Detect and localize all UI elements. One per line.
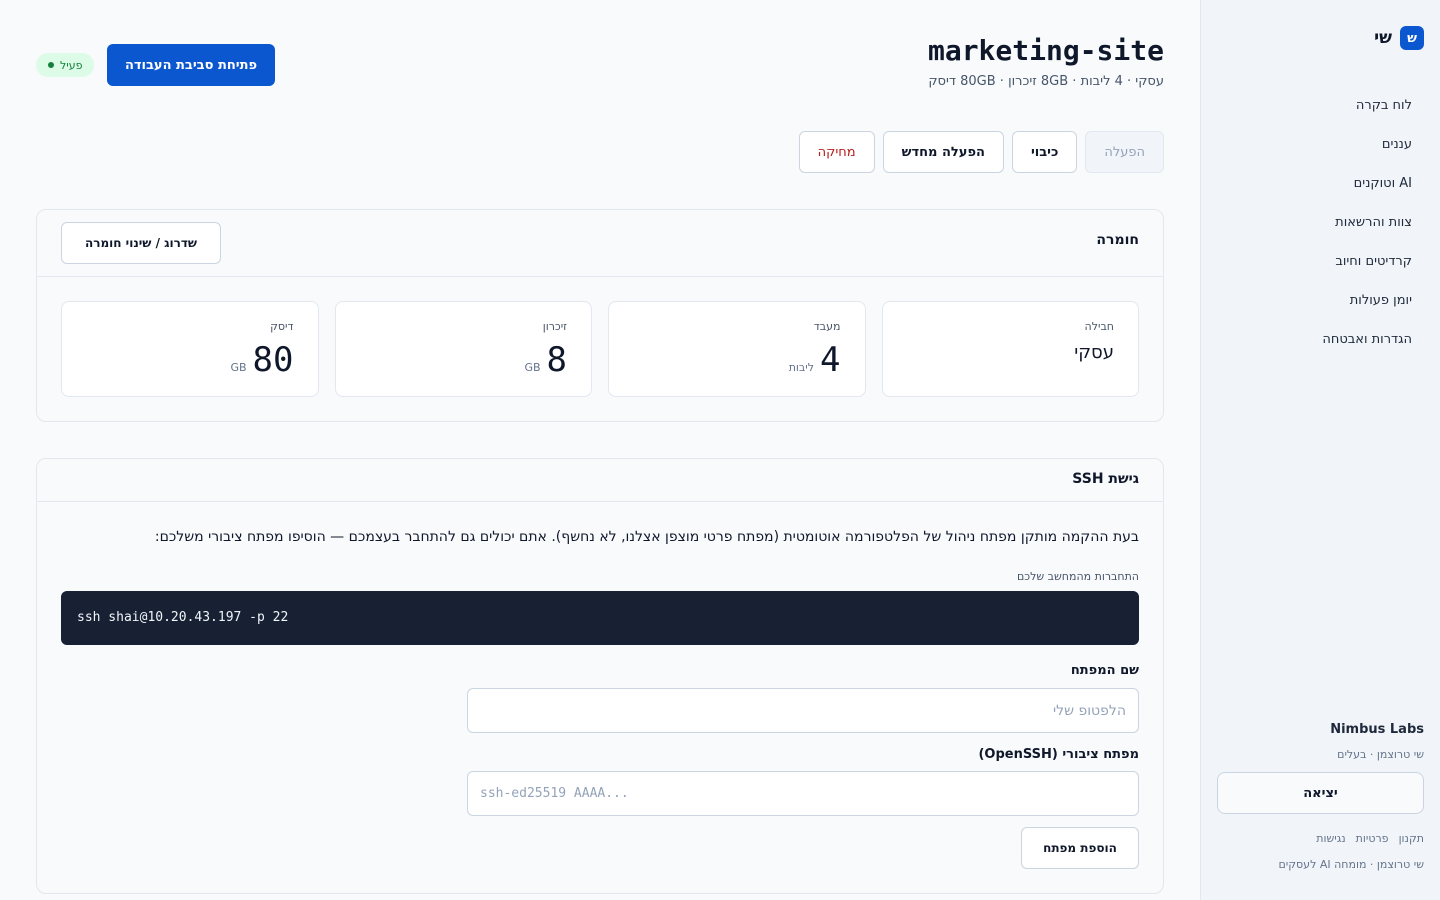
stat-plan: חבילה עסקי xyxy=(881,301,1139,397)
footer-credit: שי טרוצמן · מומחה AI לעסקים xyxy=(1278,858,1424,871)
footer-link-terms[interactable]: תקנון xyxy=(1399,832,1424,845)
brand[interactable]: ש שי xyxy=(1374,26,1424,50)
status-badge-label: פעיל xyxy=(60,58,83,72)
stat-disk-value: 80 xyxy=(252,340,294,380)
stat-cpu-value-row: 4 ליבות xyxy=(789,340,841,380)
logout-button[interactable]: יציאה xyxy=(1217,772,1424,814)
page-subtitle: עסקי · 4 ליבות · 8GB זיכרון · 80GB דיסק xyxy=(928,74,1164,89)
stat-memory-value: 8 xyxy=(546,340,567,380)
ssh-description: בעת ההקמה מותקן מפתח ניהול של הפלטפורמה … xyxy=(154,529,1139,545)
stat-plan-value: עסקי xyxy=(1074,342,1114,363)
public-key-input[interactable] xyxy=(467,771,1139,816)
stat-disk-label: דיסק xyxy=(270,320,294,333)
ssh-card: גישת SSH בעת ההקמה מותקן מפתח ניהול של ה… xyxy=(36,458,1164,894)
key-name-label: שם המפתח xyxy=(1070,663,1139,678)
footer-link-accessibility[interactable]: נגישות xyxy=(1316,832,1345,845)
brand-name: שי xyxy=(1374,28,1392,48)
shutdown-button[interactable]: כיבוי xyxy=(1011,131,1078,173)
page-title: marketing-site xyxy=(927,34,1164,67)
hardware-title: חומרה xyxy=(1096,232,1139,248)
ssh-command[interactable]: ssh shai@10.20.43.197 -p 22 xyxy=(61,591,1139,645)
stat-disk: דיסק 80 GB xyxy=(61,301,319,397)
delete-button[interactable]: מחיקה xyxy=(798,131,875,173)
sidebar-item-team[interactable]: צוות והרשאות xyxy=(1322,203,1412,242)
add-key-button[interactable]: הוספת מפתח xyxy=(1021,827,1139,869)
stat-disk-value-row: 80 GB xyxy=(230,340,293,380)
org-user: שי טרוצמן · בעלים xyxy=(1337,748,1424,761)
sidebar-item-clouds[interactable]: עננים xyxy=(1322,125,1412,164)
server-actions: הפעלה כיבוי הפעלה מחדש מחיקה xyxy=(798,131,1164,173)
sidebar: ש שי לוח בקרה עננים AI וטוקנים צוות והרש… xyxy=(1200,0,1440,900)
stat-cpu: מעבד 4 ליבות xyxy=(608,301,866,397)
restart-button[interactable]: הפעלה מחדש xyxy=(882,131,1004,173)
stat-cpu-value: 4 xyxy=(820,340,841,380)
sidebar-item-settings[interactable]: הגדרות ואבטחה xyxy=(1322,320,1412,359)
stat-plan-value-row: עסקי xyxy=(1074,340,1114,363)
org-name: Nimbus Labs xyxy=(1330,722,1424,737)
sidebar-item-billing[interactable]: קרדיטים וחיוב xyxy=(1322,242,1412,281)
stat-plan-label: חבילה xyxy=(1084,320,1114,333)
ssh-card-header: גישת SSH xyxy=(37,459,1163,502)
status-dot-icon xyxy=(48,62,54,68)
stat-disk-unit: GB xyxy=(230,361,247,374)
sidebar-nav: לוח בקרה עננים AI וטוקנים צוות והרשאות ק… xyxy=(1322,86,1412,359)
sidebar-item-audit-log[interactable]: יומן פעולות xyxy=(1322,281,1412,320)
start-button[interactable]: הפעלה xyxy=(1085,131,1164,173)
ssh-connect-label: התחברות מהמחשב שלכם xyxy=(1016,570,1139,583)
stat-memory: זיכרון 8 GB xyxy=(334,301,592,397)
key-name-input[interactable] xyxy=(467,688,1139,733)
public-key-label: מפתח ציבורי (OpenSSH) xyxy=(978,747,1139,762)
open-workspace-button[interactable]: פתיחת סביבת העבודה xyxy=(107,44,275,86)
sidebar-item-ai-tokens[interactable]: AI וטוקנים xyxy=(1322,164,1412,203)
main-content: marketing-site עסקי · 4 ליבות · 8GB זיכר… xyxy=(36,0,1164,900)
upgrade-hardware-button[interactable]: שדרוג / שינוי חומרה xyxy=(61,222,221,264)
stat-memory-unit: GB xyxy=(524,361,541,374)
stat-cpu-label: מעבד xyxy=(813,320,841,333)
hardware-card: חומרה שדרוג / שינוי חומרה חבילה עסקי מעב… xyxy=(36,209,1164,422)
footer-link-privacy[interactable]: פרטיות xyxy=(1356,832,1389,845)
footer-links: תקנון פרטיות נגישות xyxy=(1316,832,1424,845)
stat-memory-label: זיכרון xyxy=(542,320,567,333)
ssh-title: גישת SSH xyxy=(1072,471,1139,487)
hardware-card-header: חומרה שדרוג / שינוי חומרה xyxy=(37,210,1163,277)
sidebar-item-dashboard[interactable]: לוח בקרה xyxy=(1322,86,1412,125)
stat-memory-value-row: 8 GB xyxy=(524,340,567,380)
status-badge: פעיל xyxy=(36,53,95,77)
brand-logo-icon: ש xyxy=(1400,26,1424,50)
stat-cpu-unit: ליבות xyxy=(788,361,815,374)
hardware-stats: חבילה עסקי מעבד 4 ליבות זיכרון 8 GB דיסק… xyxy=(61,301,1139,397)
